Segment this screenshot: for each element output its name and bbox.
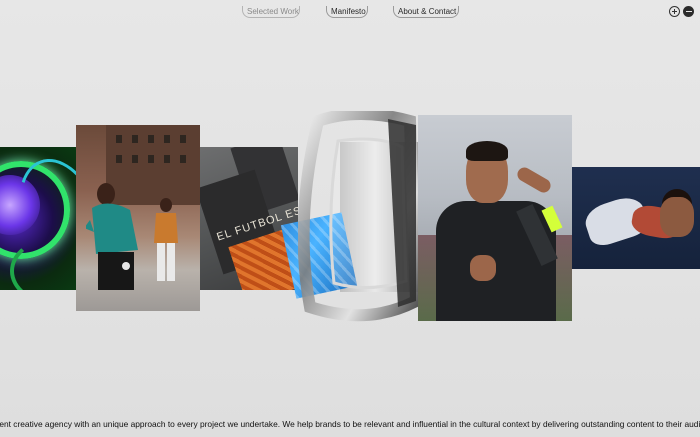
window — [148, 135, 154, 143]
tile-glass-ring-object[interactable] — [298, 111, 418, 326]
tile-green-orb-artwork[interactable] — [0, 147, 76, 290]
tile-footballer-portrait[interactable] — [418, 115, 572, 321]
player-hand — [470, 255, 496, 281]
person-orange-jacket — [154, 198, 178, 281]
agency-description-marquee: ndent creative agency with an unique app… — [0, 418, 700, 430]
tile-street-fashion-photo[interactable] — [76, 125, 200, 311]
player-arm — [514, 164, 554, 196]
person-teal-hoodie — [86, 183, 138, 290]
window — [132, 155, 138, 163]
top-nav: Selected Work Manifesto About & Contact — [0, 6, 700, 20]
window — [180, 135, 186, 143]
tile-el-futbol-books[interactable]: EL FUTBOL ES DE LOS VALIENTES — [200, 147, 298, 290]
zoom-out-button[interactable] — [683, 6, 694, 17]
window — [164, 155, 170, 163]
nav-about-contact[interactable]: About & Contact — [393, 6, 459, 18]
zoom-in-button[interactable] — [669, 6, 680, 17]
person-face — [660, 197, 694, 237]
window — [132, 135, 138, 143]
window — [164, 135, 170, 143]
window — [116, 135, 122, 143]
plus-icon-vertical — [674, 9, 675, 14]
player-hair — [466, 141, 508, 161]
window — [180, 155, 186, 163]
window — [116, 155, 122, 163]
nav-selected-work[interactable]: Selected Work — [242, 6, 300, 18]
nav-manifesto[interactable]: Manifesto — [326, 6, 368, 18]
marquee-text: ndent creative agency with an unique app… — [0, 419, 700, 429]
minus-icon — [685, 11, 692, 12]
page: Selected Work Manifesto About & Contact — [0, 0, 700, 437]
tile-couple-on-floor-photo[interactable] — [572, 167, 700, 269]
window — [148, 155, 154, 163]
